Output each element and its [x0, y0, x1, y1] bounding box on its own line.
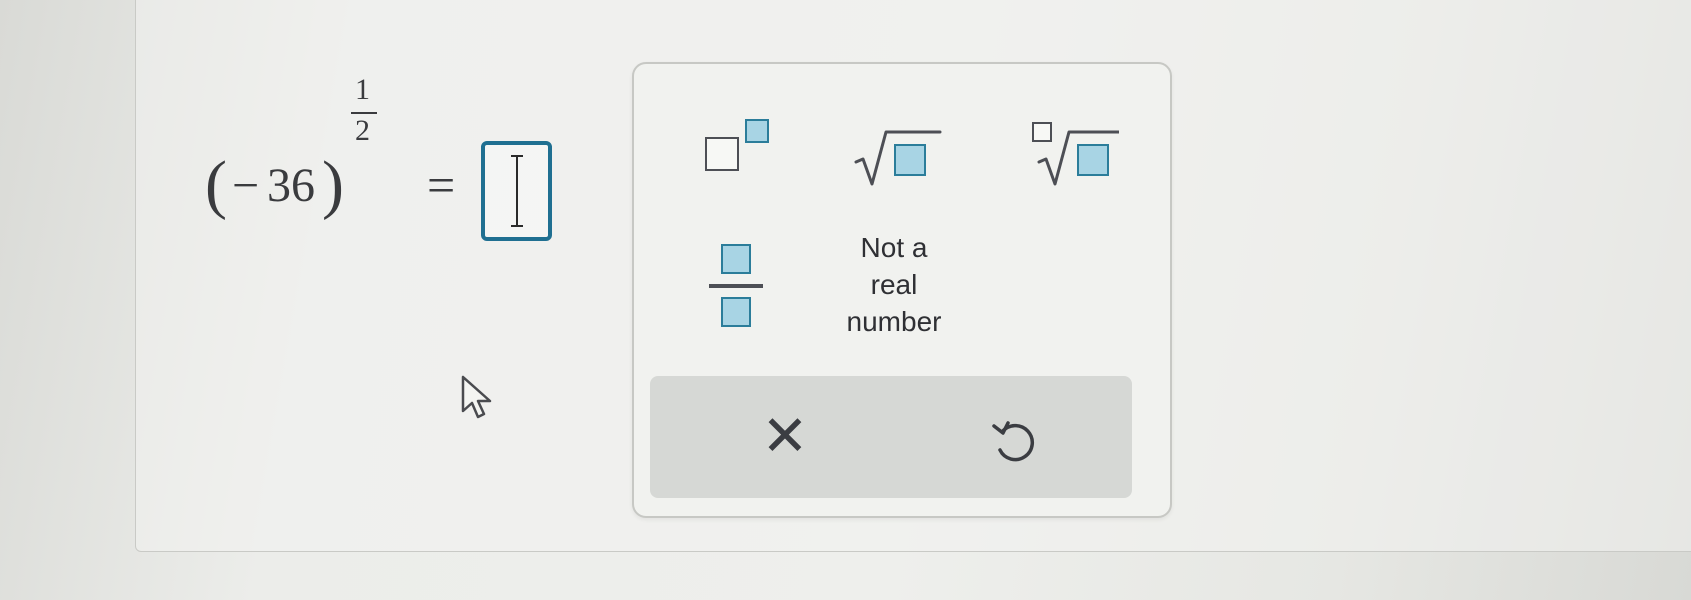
exponent-numerator: 1 — [355, 73, 370, 106]
minus-sign: − — [232, 159, 260, 212]
superscript-template-icon — [745, 119, 769, 143]
square-root-key[interactable] — [854, 114, 944, 194]
math-keypad: Not a real number ✕ — [632, 62, 1172, 518]
radicand-template-icon — [1077, 144, 1109, 176]
denominator-template-icon — [721, 297, 751, 327]
close-paren: ) — [322, 148, 344, 221]
screen: ( − 36 ) 1 2 = Not a real number ✕ — [0, 0, 1691, 600]
not-a-real-number-key[interactable]: Not a real number — [824, 229, 964, 349]
base-template-icon — [705, 137, 739, 171]
numerator-template-icon — [721, 244, 751, 274]
not-real-label-line3: number — [846, 306, 942, 337]
nth-root-key[interactable] — [1029, 114, 1119, 194]
exponent-denominator: 2 — [355, 114, 370, 147]
not-real-label-line2: real — [870, 269, 918, 300]
clear-button[interactable]: ✕ — [745, 401, 825, 471]
keypad-action-bar: ✕ — [650, 376, 1132, 498]
close-icon: ✕ — [761, 404, 809, 467]
open-paren: ( — [205, 148, 227, 221]
base-number: 36 — [267, 159, 315, 212]
answer-input[interactable] — [481, 141, 552, 241]
undo-icon — [992, 421, 1034, 462]
not-real-label-line1: Not a — [860, 232, 928, 263]
fraction-key[interactable] — [709, 244, 769, 334]
equals-sign: = — [427, 157, 456, 213]
fraction-bar-icon — [709, 284, 763, 288]
exponent-key[interactable] — [699, 119, 779, 179]
text-cursor-icon — [511, 155, 523, 227]
mouse-pointer-icon — [461, 375, 492, 419]
root-index-template-icon — [1032, 122, 1052, 142]
radicand-template-icon — [894, 144, 926, 176]
undo-button[interactable] — [980, 406, 1050, 476]
